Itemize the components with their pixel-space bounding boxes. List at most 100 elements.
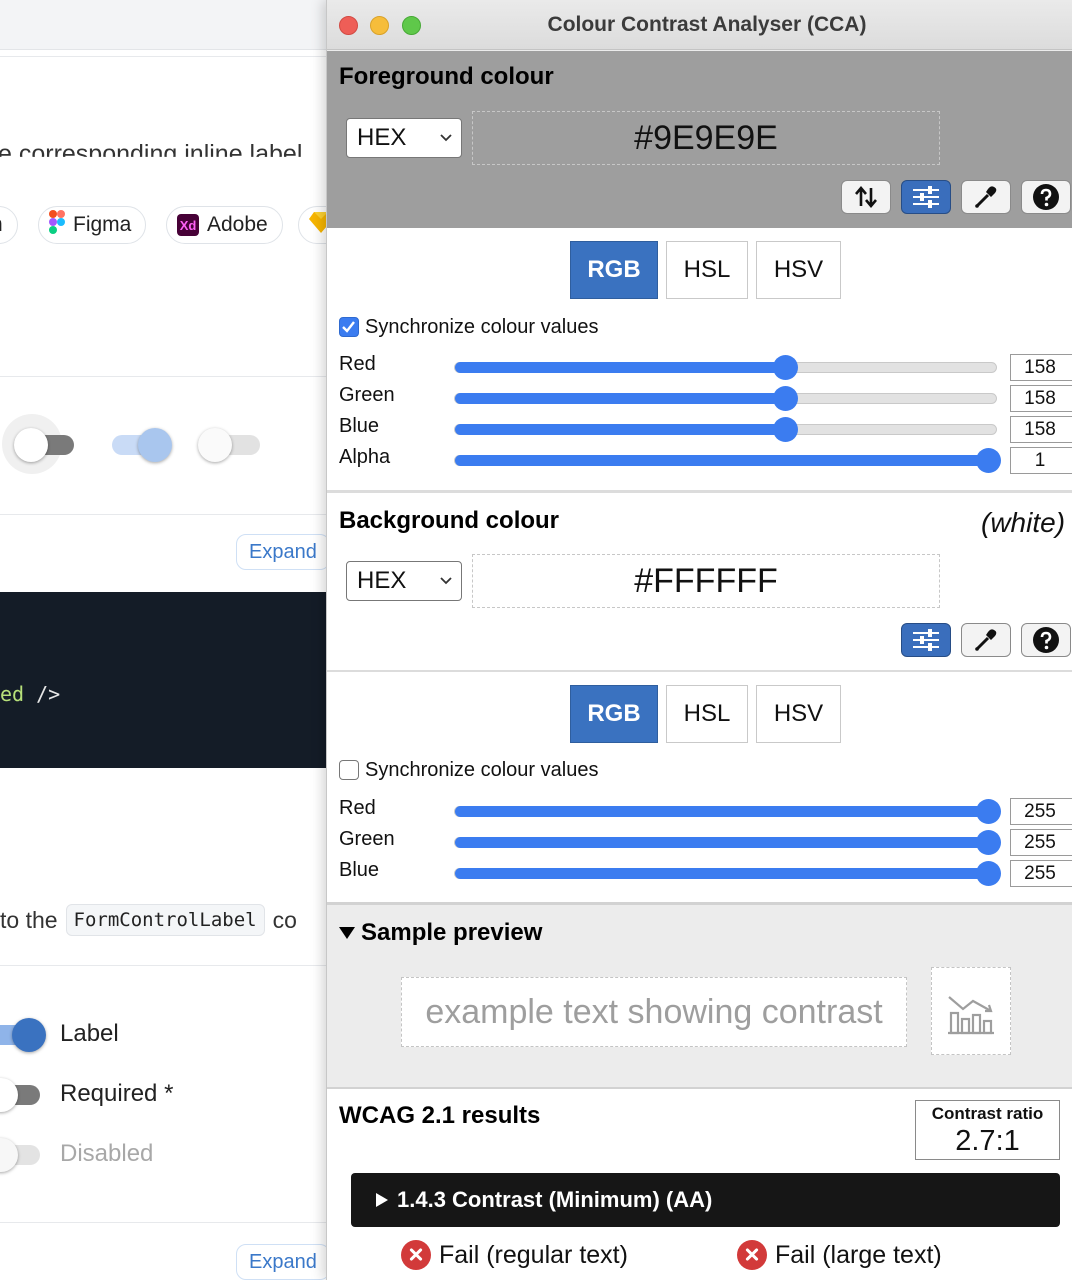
fg-red-value[interactable]: 158 [1010, 354, 1072, 381]
fg-alpha-value[interactable]: 1 [1010, 447, 1072, 474]
chevron-down-icon [440, 134, 452, 142]
sketch-icon [309, 211, 326, 239]
slider-fill [455, 455, 988, 466]
chevron-down-icon [440, 577, 452, 585]
bg-blue-slider[interactable] [454, 861, 1001, 886]
eyedropper-icon [975, 186, 997, 208]
sliders-icon [913, 186, 939, 208]
bg-blue-value[interactable]: 255 [1010, 860, 1072, 887]
criterion-1-4-3[interactable]: 1.4.3 Contrast (Minimum) (AA) [351, 1173, 1060, 1227]
figma-icon [49, 210, 65, 240]
help-icon [1033, 184, 1059, 210]
bg-red-slider[interactable] [454, 799, 1001, 824]
bg-green-value[interactable]: 255 [1010, 829, 1072, 856]
green-label: Green [339, 828, 395, 850]
inline-code: FormControlLabel [65, 904, 265, 936]
foreground-help-button[interactable] [1021, 180, 1071, 214]
sync-checkbox[interactable] [339, 317, 359, 337]
foreground-format-select[interactable]: HEX [346, 118, 462, 158]
red-label: Red [339, 353, 376, 375]
tab-hsl[interactable]: HSL [666, 685, 748, 743]
switch-thumb [14, 428, 48, 462]
fg-red-slider[interactable] [454, 355, 997, 380]
triangle-down-icon [339, 927, 355, 939]
bg-red-value[interactable]: 255 [1010, 798, 1072, 825]
switch-thumb [198, 428, 232, 462]
sample-preview-title: Sample preview [361, 919, 543, 946]
red-label: Red [339, 797, 376, 819]
divider [0, 514, 326, 515]
slider-thumb[interactable] [773, 355, 799, 380]
slider-fill [455, 362, 786, 373]
switch-thumb [12, 1018, 46, 1052]
tab-hsv[interactable]: HSV [756, 241, 841, 299]
slider-fill [455, 393, 786, 404]
result-label: Fail (regular text) [439, 1240, 628, 1269]
simulation-button[interactable] [931, 967, 1011, 1055]
tab-rgb[interactable]: RGB [570, 241, 658, 299]
toggle-sliders-button[interactable] [901, 180, 951, 214]
slider-thumb[interactable] [976, 861, 1001, 886]
slider-fill [455, 806, 988, 817]
bg-green-slider[interactable] [454, 830, 1001, 855]
slider-thumb[interactable] [773, 386, 799, 411]
fg-green-slider[interactable] [454, 386, 997, 411]
slider-thumb[interactable] [773, 417, 799, 442]
foreground-title: Foreground colour [339, 63, 554, 90]
large-text-result: Fail (large text) [737, 1240, 942, 1270]
tab-hsl[interactable]: HSL [666, 241, 748, 299]
chip-adobe[interactable]: Xd Adobe [166, 206, 283, 244]
cut-off-text: e corresponding inline label. [0, 140, 310, 168]
switch-thumb [0, 1078, 18, 1112]
fg-blue-value[interactable]: 158 [1010, 416, 1072, 443]
switch-label: Required * [60, 1080, 174, 1107]
triangle-right-icon [376, 1193, 388, 1207]
slider-thumb[interactable] [976, 799, 1001, 824]
tab-hsv[interactable]: HSV [756, 685, 841, 743]
background-picker-button[interactable] [961, 623, 1011, 657]
chip-partial[interactable]: n [0, 206, 18, 244]
fail-icon [401, 1240, 431, 1270]
contrast-ratio-value: 2.7:1 [955, 1125, 1020, 1157]
window-title: Colour Contrast Analyser (CCA) [547, 13, 867, 36]
divider [0, 376, 326, 377]
fg-blue-slider[interactable] [454, 417, 997, 442]
criterion-label: 1.4.3 Contrast (Minimum) (AA) [397, 1187, 713, 1212]
expand-button[interactable]: Expand [236, 1244, 326, 1280]
slider-thumb[interactable] [976, 448, 1001, 473]
code-token: ed [0, 682, 25, 706]
sync-checkbox[interactable] [339, 760, 359, 780]
foreground-picker-button[interactable] [961, 180, 1011, 214]
checkmark-icon [342, 321, 355, 333]
title-bar[interactable]: Colour Contrast Analyser (CCA) [327, 0, 1072, 50]
wcag-title: WCAG 2.1 results [339, 1102, 541, 1129]
code-line: ed /> [0, 682, 60, 706]
sync-label: Synchronize colour values [365, 316, 599, 338]
background-hex-input[interactable]: #FFFFFF [472, 554, 940, 608]
background-help-button[interactable] [1021, 623, 1071, 657]
green-label: Green [339, 384, 395, 406]
chip-sketch[interactable] [298, 206, 326, 244]
slider-thumb[interactable] [976, 830, 1001, 855]
background-format-select[interactable]: HEX [346, 561, 462, 601]
alpha-label: Alpha [339, 446, 391, 468]
background-panel: Background colour (white) HEX #FFFFFF [327, 493, 1072, 670]
tab-rgb[interactable]: RGB [570, 685, 658, 743]
toggle-sliders-button[interactable] [901, 623, 951, 657]
fg-alpha-slider[interactable] [454, 448, 1001, 473]
fail-icon [737, 1240, 767, 1270]
select-value: HEX [357, 124, 407, 151]
blue-label: Blue [339, 859, 380, 881]
code-token: /> [36, 682, 61, 706]
fg-green-value[interactable]: 158 [1010, 385, 1072, 412]
chip-figma[interactable]: Figma [38, 206, 147, 244]
foreground-hex-input[interactable]: #9E9E9E [472, 111, 940, 165]
divider [0, 56, 326, 57]
webpage-topbar [0, 0, 326, 50]
sample-preview-toggle[interactable]: Sample preview [339, 919, 542, 947]
prose-text: co [272, 906, 297, 933]
expand-button[interactable]: Expand [236, 534, 326, 570]
chart-icon [948, 996, 994, 1035]
swap-icon [855, 185, 877, 209]
swap-colours-button[interactable] [841, 180, 891, 214]
